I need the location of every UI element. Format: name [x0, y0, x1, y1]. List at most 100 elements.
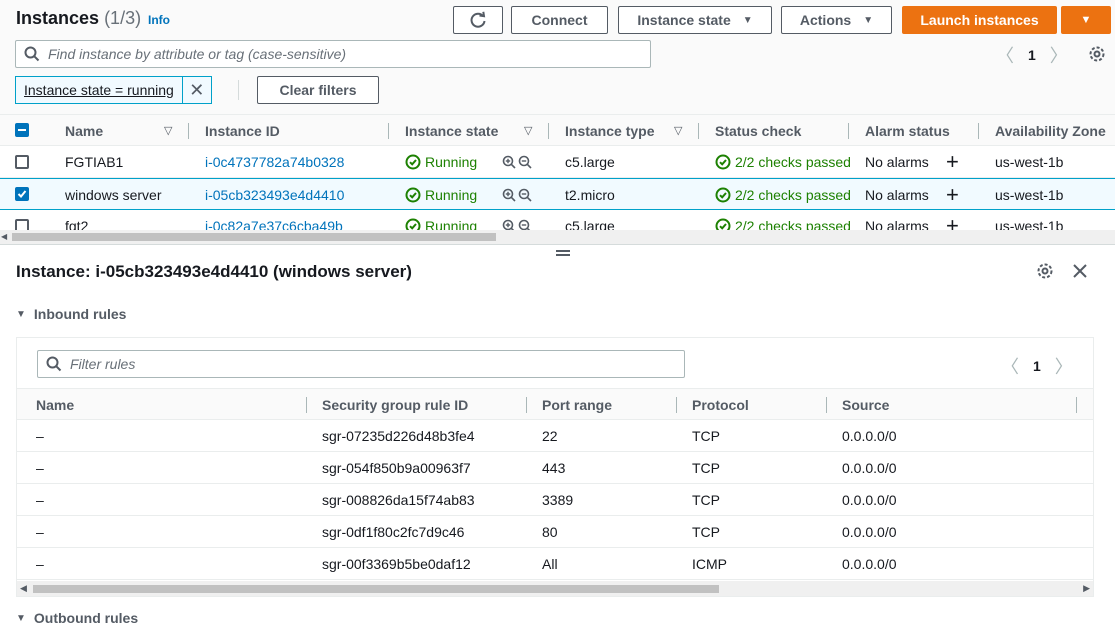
instance-id-link[interactable]: i-05cb323493e4d4410	[205, 179, 344, 211]
rules-page-number[interactable]: 1	[1033, 358, 1041, 374]
rule-port: All	[542, 556, 558, 572]
table-row[interactable]: FGTIAB1 i-0c4737782a74b0328 Running c5.l…	[0, 146, 1115, 178]
filter-rules-placeholder: Filter rules	[70, 356, 136, 372]
rule-source: 0.0.0.0/0	[842, 428, 897, 444]
page-number[interactable]: 1	[1028, 47, 1036, 63]
zoom-in-icon[interactable]	[502, 188, 516, 202]
refresh-button[interactable]	[453, 6, 503, 34]
instance-id-link[interactable]: i-0c4737782a74b0328	[205, 146, 344, 178]
alarm-status: No alarms	[865, 187, 929, 203]
divider	[238, 80, 239, 100]
actions-dropdown[interactable]: Actions ▼	[781, 6, 892, 34]
next-page-icon[interactable]: 〉	[1050, 42, 1068, 68]
prev-page-icon[interactable]: 〈	[1001, 353, 1019, 379]
column-header-rule-id[interactable]: Security group rule ID	[322, 389, 468, 421]
availability-zone: us-west-1b	[995, 154, 1064, 170]
rule-row: – sgr-054f850b9a00963f7 443 TCP 0.0.0.0/…	[17, 452, 1093, 484]
column-separator[interactable]	[188, 123, 189, 139]
instance-state: Running	[405, 146, 477, 178]
column-header-instance-id[interactable]: Instance ID	[205, 115, 280, 147]
scrollbar-thumb[interactable]	[12, 233, 496, 241]
filter-rules-input[interactable]: Filter rules	[37, 350, 685, 378]
pagination: 〈 1 〉	[996, 42, 1068, 68]
column-separator[interactable]	[826, 397, 827, 413]
row-checkbox-checked[interactable]	[15, 187, 29, 201]
column-separator[interactable]	[698, 123, 699, 139]
check-circle-icon	[715, 154, 731, 170]
status-check[interactable]: 2/2 checks passed	[715, 179, 851, 211]
rule-name: –	[36, 556, 44, 572]
rules-horizontal-scrollbar[interactable]: ◀ ▶	[17, 581, 1093, 596]
sort-icon[interactable]: ▽	[164, 115, 172, 147]
panel-splitter[interactable]	[0, 244, 1115, 245]
column-separator[interactable]	[388, 123, 389, 139]
column-separator[interactable]	[848, 123, 849, 139]
column-header-name[interactable]: Name	[36, 389, 74, 421]
column-header-type[interactable]: Instance type	[565, 115, 654, 147]
column-separator[interactable]	[676, 397, 677, 413]
rule-id: sgr-07235d226d48b3fe4	[322, 428, 475, 444]
next-page-icon[interactable]: 〉	[1055, 353, 1073, 379]
info-link[interactable]: Info	[148, 13, 170, 27]
zoom-out-icon[interactable]	[518, 155, 532, 169]
instance-name: windows server	[65, 187, 162, 203]
rule-name: –	[36, 492, 44, 508]
status-check[interactable]: 2/2 checks passed	[715, 146, 851, 178]
remove-filter-icon[interactable]: ✕	[183, 77, 211, 103]
column-header-protocol[interactable]: Protocol	[692, 389, 749, 421]
connect-label: Connect	[531, 12, 588, 28]
sort-icon[interactable]: ▽	[524, 115, 532, 147]
rule-row: – sgr-008826da15f74ab83 3389 TCP 0.0.0.0…	[17, 484, 1093, 516]
column-header-port-range[interactable]: Port range	[542, 389, 612, 421]
add-alarm-icon[interactable]: +	[946, 179, 959, 211]
check-circle-icon	[405, 154, 421, 170]
column-header-source[interactable]: Source	[842, 389, 889, 421]
resize-handle-icon[interactable]	[556, 250, 570, 256]
select-all-checkbox[interactable]	[15, 123, 29, 137]
connect-button[interactable]: Connect	[511, 6, 608, 34]
caret-down-icon: ▼	[863, 14, 874, 26]
preferences-icon[interactable]	[1036, 262, 1054, 280]
rule-id: sgr-00f3369b5be0daf12	[322, 556, 471, 572]
filter-token-label[interactable]: Instance state = running	[16, 77, 183, 103]
column-separator[interactable]	[526, 397, 527, 413]
column-separator[interactable]	[548, 123, 549, 139]
column-separator[interactable]	[978, 123, 979, 139]
scroll-left-icon[interactable]: ◀	[20, 581, 27, 596]
column-header-status-check[interactable]: Status check	[715, 115, 801, 147]
prev-page-icon[interactable]: 〈	[996, 42, 1014, 68]
state-text: Running	[425, 154, 478, 170]
close-icon[interactable]	[1071, 262, 1089, 280]
scrollbar-thumb[interactable]	[33, 585, 719, 593]
search-input[interactable]: Find instance by attribute or tag (case-…	[15, 40, 651, 68]
rule-id: sgr-054f850b9a00963f7	[322, 460, 471, 476]
row-checkbox[interactable]	[15, 155, 29, 169]
table-row-selected[interactable]: windows server i-05cb323493e4d4410 Runni…	[0, 178, 1115, 210]
rule-name: –	[36, 460, 44, 476]
column-separator[interactable]	[306, 397, 307, 413]
column-header-name[interactable]: Name	[65, 115, 103, 147]
column-header-az[interactable]: Availability Zone	[995, 115, 1106, 147]
instance-type: c5.large	[565, 154, 615, 170]
rule-protocol: TCP	[692, 428, 720, 444]
column-header-state[interactable]: Instance state	[405, 115, 498, 147]
inbound-rules-toggle[interactable]: ▼ Inbound rules	[16, 306, 126, 322]
rule-protocol: TCP	[692, 492, 720, 508]
add-alarm-icon[interactable]: +	[946, 146, 959, 178]
sort-icon[interactable]: ▽	[674, 115, 682, 147]
column-separator[interactable]	[1076, 397, 1077, 413]
zoom-in-icon[interactable]	[502, 155, 516, 169]
launch-options-button[interactable]: ▼	[1061, 6, 1111, 34]
rule-row: – sgr-0df1f80c2fc7d9c46 80 TCP 0.0.0.0/0	[17, 516, 1093, 548]
column-header-alarm-status[interactable]: Alarm status	[865, 115, 950, 147]
horizontal-scrollbar[interactable]: ◀	[0, 230, 1115, 244]
outbound-rules-toggle[interactable]: ▼ Outbound rules	[16, 610, 138, 626]
clear-filters-button[interactable]: Clear filters	[257, 76, 379, 104]
scroll-right-icon[interactable]: ▶	[1083, 581, 1090, 596]
launch-instances-button[interactable]: Launch instances	[902, 6, 1057, 34]
scroll-left-icon[interactable]: ◀	[1, 230, 7, 244]
rule-port: 443	[542, 460, 566, 476]
settings-icon[interactable]	[1088, 45, 1106, 63]
zoom-out-icon[interactable]	[518, 188, 532, 202]
instance-state-dropdown[interactable]: Instance state ▼	[618, 6, 772, 34]
